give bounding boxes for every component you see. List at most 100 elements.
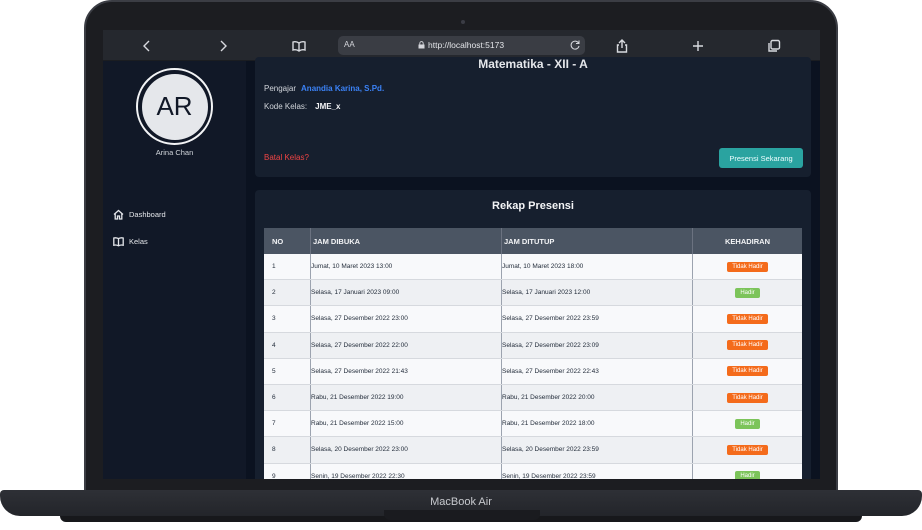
class-code-row: Kode Kelas: JME_x [264,102,341,111]
table-row: 9 Senin, 19 Desember 2022 22:30 Senin, 19 … [264,463,802,479]
sidebar-item-dashboard[interactable]: Dashboard [113,207,166,221]
cell-no: 6 [272,394,276,402]
cell-open: Selasa, 27 Desember 2022 23:00 [310,306,501,332]
table-row: 7 Rabu, 21 Desember 2022 15:00 Rabu, 21 De… [264,411,802,438]
attendance-badge: Tidak Hadir [727,261,768,272]
tabs-icon [768,39,781,52]
table-row: 8 Selasa, 20 Desember 2022 23:00 Selasa, 2… [264,437,802,464]
cell-attendance: Hadir [692,280,802,306]
cell-attendance: Tidak Hadir [692,384,802,411]
cell-no: 3 [272,315,276,323]
cell-close: Jumat, 10 Maret 2023 18:00 [501,254,692,280]
cell-open: Selasa, 27 Desember 2022 21:43 [310,358,501,384]
column-header-no: NO [272,236,284,246]
cell-open: Selasa, 17 Januari 2023 09:00 [310,280,501,306]
url-text: http://localhost:5173 [428,40,505,50]
cell-open: Rabu, 21 Desember 2022 19:00 [310,384,501,411]
attendance-badge: Tidak Hadir [727,366,768,377]
laptop-notch [384,510,540,520]
camera [461,20,465,24]
chevron-left-icon [143,40,150,52]
cell-close: Selasa, 27 Desember 2022 22:43 [501,358,692,384]
table-row: 1 Jumat, 10 Maret 2023 13:00 Jumat, 10 Mar… [264,254,802,281]
laptop-base: MacBook Air [0,490,922,530]
column-header-close: JAM DITUTUP [501,228,692,254]
cell-no: 5 [272,367,276,375]
book-open-icon [292,40,306,52]
attendance-badge: Tidak Hadir [727,340,768,351]
cell-attendance: Tidak Hadir [692,254,802,280]
avatar: AR [136,68,213,145]
reload-icon[interactable] [569,39,581,51]
attendance-badge: Tidak Hadir [727,392,768,403]
cell-attendance: Tidak Hadir [692,332,802,358]
cell-attendance: Tidak Hadir [692,437,802,463]
cell-no: 1 [272,263,276,271]
cell-open: Selasa, 20 Desember 2022 23:00 [310,437,501,463]
table-row: 3 Selasa, 27 Desember 2022 23:00 Selasa, 2… [264,306,802,333]
cell-close: Selasa, 27 Desember 2022 23:09 [501,332,692,358]
cell-no: 8 [272,446,276,454]
course-card: Matematika - XII - A Pengajar Anandia Kar… [255,57,811,177]
home-icon [113,209,124,220]
cell-close: Senin, 19 Desember 2022 23:59 [501,463,692,479]
column-header-open: JAM DIBUKA [310,228,501,254]
cell-open: Jumat, 10 Maret 2023 13:00 [310,254,501,280]
cell-open: Rabu, 21 Desember 2022 15:00 [310,411,501,437]
cancel-class-link[interactable]: Batal Kelas? [264,153,309,162]
main-content: Matematika - XII - A Pengajar Anandia Kar… [246,57,820,479]
attendance-badge: Hadir [735,418,760,429]
column-header-attendance: KEHADIRAN [692,228,802,254]
presensi-now-button[interactable]: Presensi Sekarang [719,148,803,168]
book-icon [113,236,124,247]
table-row: 5 Selasa, 27 Desember 2022 21:43 Selasa, 2… [264,358,802,385]
lock-icon [418,41,425,49]
attendance-table: NO JAM DIBUKA JAM DITUTUP KEHADIRAN 1 Jum… [264,228,802,479]
cell-attendance: Hadir [692,463,802,479]
address-bar[interactable]: AA http://localhost:5173 [338,36,585,55]
cell-close: Rabu, 21 Desember 2022 20:00 [501,384,692,411]
teacher-row: Pengajar Anandia Karina, S.Pd. [264,84,384,93]
device-brand: MacBook Air [430,496,492,508]
cell-close: Selasa, 20 Desember 2022 23:59 [501,437,692,463]
cell-no: 4 [272,341,276,349]
cell-attendance: Hadir [692,411,802,437]
share-icon [616,39,628,53]
forward-button[interactable] [215,38,231,54]
cell-no: 7 [272,420,276,428]
table-body: 1 Jumat, 10 Maret 2023 13:00 Jumat, 10 Mar… [264,254,802,479]
attendance-badge: Hadir [735,287,760,298]
teacher-name: Anandia Karina, S.Pd. [301,84,385,93]
attendance-badge: Hadir [735,471,760,479]
new-tab-button[interactable] [690,38,706,54]
text-size-button[interactable]: AA [344,40,355,49]
course-title: Matematika - XII - A [478,57,588,71]
table-row: 6 Rabu, 21 Desember 2022 19:00 Rabu, 21 De… [264,384,802,412]
back-button[interactable] [139,38,155,54]
cell-no: 9 [272,472,276,479]
table-row: 4 Selasa, 27 Desember 2022 22:00 Selasa, 2… [264,332,802,359]
cell-attendance: Tidak Hadir [692,306,802,332]
app-sidebar: AR Arina Chan Dashboard Kelas [103,61,246,479]
rekap-title: Rekap Presensi [492,200,574,212]
screen: AA http://localhost:5173 AR Arina Chan D… [103,30,820,479]
attendance-badge: Tidak Hadir [727,313,768,324]
sidebar-item-kelas[interactable]: Kelas [113,234,148,248]
reader-button[interactable] [291,38,307,54]
avatar-initials: AR [141,73,208,140]
rekap-card: Rekap Presensi NO JAM DIBUKA JAM DITUTUP… [255,190,811,479]
class-code-label: Kode Kelas: [264,102,308,111]
cell-close: Selasa, 17 Januari 2023 12:00 [501,280,692,306]
sidebar-item-label: Dashboard [129,209,166,219]
teacher-label: Pengajar [264,84,297,93]
table-row: 2 Selasa, 17 Januari 2023 09:00 Selasa, 17… [264,280,802,307]
plus-icon [693,41,703,51]
cell-close: Selasa, 27 Desember 2022 23:59 [501,306,692,332]
cell-no: 2 [272,289,276,297]
class-code-value: JME_x [315,102,341,111]
attendance-badge: Tidak Hadir [727,444,768,455]
cell-open: Selasa, 27 Desember 2022 22:00 [310,332,501,358]
tabs-overview-button[interactable] [766,38,782,54]
share-button[interactable] [614,38,630,54]
cell-attendance: Tidak Hadir [692,358,802,384]
